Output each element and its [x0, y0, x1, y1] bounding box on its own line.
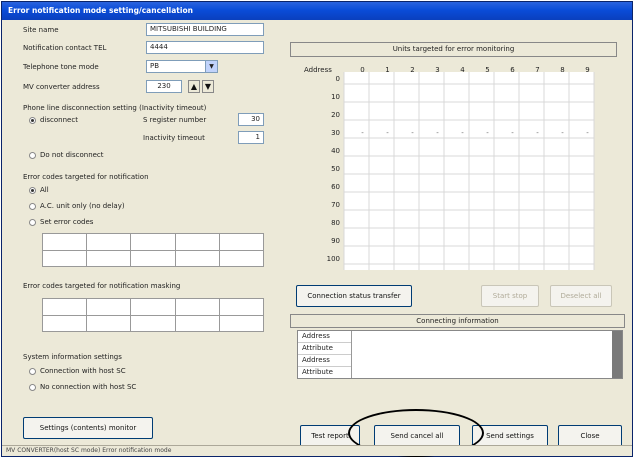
mv-address-label: MV converter address	[23, 83, 100, 91]
no-host-sc-label: No connection with host SC	[40, 383, 137, 391]
error-codes-heading: Error codes targeted for notification	[23, 173, 149, 181]
register-number-field[interactable]: 30	[238, 113, 264, 126]
telephone-tone-label: Telephone tone mode	[23, 63, 99, 71]
telephone-tone-value: PB	[150, 62, 160, 70]
connecting-row-label: Attribute	[302, 368, 333, 376]
error-codes-all-label: All	[40, 186, 49, 194]
error-codes-grid[interactable]	[41, 233, 265, 267]
row-header: 0	[336, 75, 340, 83]
connecting-scrollbar[interactable]	[612, 331, 622, 378]
host-sc-connection-label: Connection with host SC	[40, 367, 126, 375]
row-header: 30	[331, 129, 340, 137]
close-button[interactable]: Close	[558, 425, 622, 447]
inactivity-timeout-label: Inactivity timeout	[143, 134, 205, 142]
deselect-all-button[interactable]: Deselect all	[550, 285, 612, 307]
address-header: Address	[304, 66, 332, 74]
increment-arrow-icon[interactable]: ▲	[188, 80, 200, 93]
notification-tel-label: Notification contact TEL	[23, 44, 107, 52]
disconnect-radio[interactable]	[29, 117, 36, 124]
units-panel-title: Units targeted for error monitoring	[290, 42, 617, 57]
no-disconnect-label: Do not disconnect	[40, 151, 104, 159]
phone-disconnect-heading: Phone line disconnection setting (Inacti…	[23, 104, 207, 112]
mv-address-field[interactable]: 230	[146, 80, 182, 93]
system-info-heading: System information settings	[23, 353, 122, 361]
row-header: 50	[331, 165, 340, 173]
chevron-down-icon[interactable]: ▼	[205, 61, 217, 72]
settings-monitor-button[interactable]: Settings (contents) monitor	[23, 417, 153, 439]
disconnect-label: disconnect	[40, 116, 78, 124]
status-bar: MV CONVERTER(host SC mode) Error notific…	[2, 445, 632, 456]
error-notification-window: Error notification mode setting/cancella…	[1, 1, 633, 457]
no-disconnect-radio[interactable]	[29, 152, 36, 159]
inactivity-timeout-field[interactable]: 1	[238, 131, 264, 144]
notification-tel-field[interactable]: 4444	[146, 41, 264, 54]
error-codes-set-label: Set error codes	[40, 218, 94, 226]
masking-grid[interactable]	[41, 298, 265, 332]
row-header: 70	[331, 201, 340, 209]
row-header: 90	[331, 237, 340, 245]
row-header: 80	[331, 219, 340, 227]
masking-heading: Error codes targeted for notification ma…	[23, 282, 181, 290]
decrement-arrow-icon[interactable]: ▼	[202, 80, 214, 93]
connecting-row-label: Address	[298, 331, 351, 343]
error-codes-ac-radio[interactable]	[29, 203, 36, 210]
no-host-sc-radio[interactable]	[29, 384, 36, 391]
start-stop-button[interactable]: Start stop	[481, 285, 539, 307]
row-header: 10	[331, 93, 340, 101]
row-header: 40	[331, 147, 340, 155]
host-sc-connection-radio[interactable]	[29, 368, 36, 375]
row-header: 20	[331, 111, 340, 119]
window-title: Error notification mode setting/cancella…	[2, 2, 632, 20]
unit-monitor-grid[interactable]: Address 0 1 2 3 4 5 6 7 8 90102030- - - - - - - - - -405060…	[294, 60, 614, 282]
register-number-label: S register number	[143, 116, 207, 124]
row-header: 60	[331, 183, 340, 191]
site-name-field[interactable]: MITSUBISHI BUILDING	[146, 23, 264, 36]
error-codes-all-radio[interactable]	[29, 187, 36, 194]
connecting-row-label: Address	[298, 355, 351, 367]
error-codes-set-radio[interactable]	[29, 219, 36, 226]
error-codes-ac-label: A.C. unit only (no delay)	[40, 202, 125, 210]
site-name-label: Site name	[23, 26, 59, 34]
telephone-tone-select[interactable]: PB ▼	[146, 60, 218, 73]
connecting-info-title: Connecting information	[290, 314, 625, 328]
connection-status-button[interactable]: Connection status transfer	[296, 285, 412, 307]
row-header: 100	[327, 255, 340, 263]
connecting-info-table: Address Attribute Address Attribute	[297, 330, 623, 379]
connecting-row-label: Attribute	[298, 343, 351, 355]
